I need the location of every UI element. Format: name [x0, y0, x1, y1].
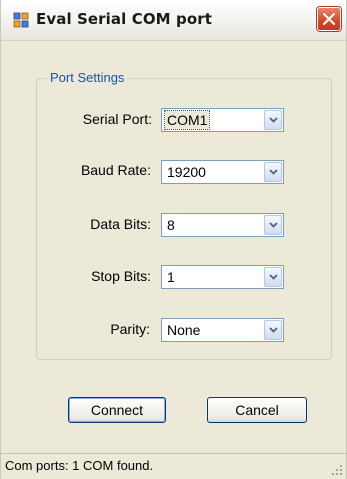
serial-port-label: Serial Port:: [82, 111, 152, 127]
data-bits-label: Data Bits:: [90, 216, 151, 232]
parity-dropdown[interactable]: None: [161, 318, 284, 342]
cancel-button[interactable]: Cancel: [207, 397, 307, 423]
stop-bits-label: Stop Bits:: [91, 268, 151, 284]
serial-port-dropdown[interactable]: COM1: [161, 108, 284, 132]
data-bits-value: 8: [167, 217, 175, 233]
baud-rate-label: Baud Rate:: [80, 162, 151, 178]
status-text: Com ports: 1 COM found.: [5, 458, 154, 473]
baud-rate-value: 19200: [167, 164, 206, 180]
parity-value: None: [167, 322, 201, 338]
resize-grip-icon[interactable]: [331, 464, 343, 476]
chevron-down-icon: [269, 169, 278, 175]
window-title: Eval Serial COM port: [36, 10, 213, 28]
close-icon: [323, 13, 335, 25]
title-bar[interactable]: Eval Serial COM port: [1, 0, 346, 41]
stop-bits-value: 1: [167, 269, 175, 285]
baud-rate-dropdown[interactable]: 19200: [161, 160, 284, 184]
baud-rate-dropdown-button[interactable]: [264, 162, 282, 182]
dialog-window: Eval Serial COM port Port Settings Seria…: [0, 0, 347, 479]
parity-dropdown-button[interactable]: [264, 320, 282, 340]
stop-bits-dropdown[interactable]: 1: [161, 265, 284, 289]
chevron-down-icon: [269, 327, 278, 333]
parity-label: Parity:: [110, 321, 150, 337]
data-bits-dropdown[interactable]: 8: [161, 213, 284, 237]
serial-port-dropdown-button[interactable]: [264, 110, 282, 130]
window-app-icon[interactable]: [13, 12, 29, 28]
data-bits-dropdown-button[interactable]: [264, 215, 282, 235]
connect-button[interactable]: Connect: [68, 397, 166, 423]
status-bar: Com ports: 1 COM found.: [1, 453, 346, 479]
serial-port-value: COM1: [163, 110, 211, 130]
port-settings-legend: Port Settings: [47, 70, 128, 85]
stop-bits-dropdown-button[interactable]: [264, 267, 282, 287]
chevron-down-icon: [269, 117, 278, 123]
chevron-down-icon: [269, 222, 278, 228]
chevron-down-icon: [269, 274, 278, 280]
close-button[interactable]: [317, 7, 341, 31]
